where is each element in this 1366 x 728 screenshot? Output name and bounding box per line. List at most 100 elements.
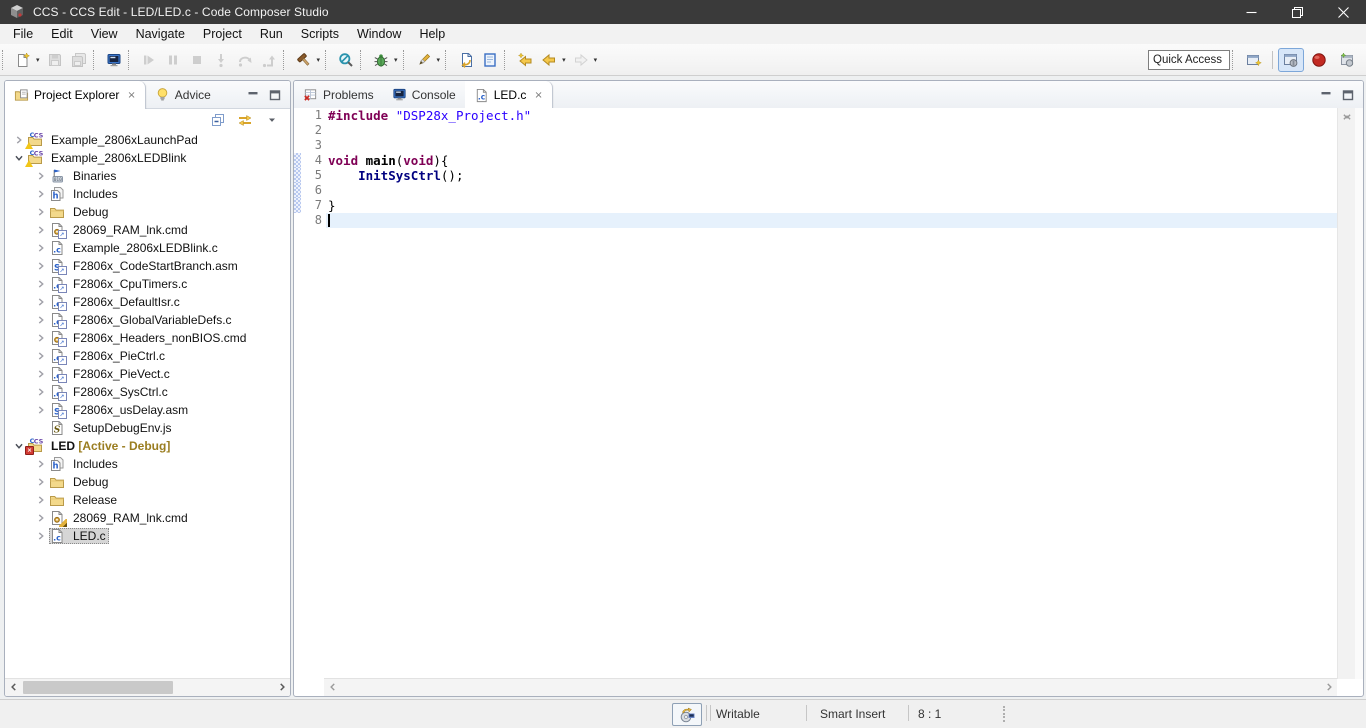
expand-arrow-icon[interactable] [33, 258, 49, 274]
tree-item-example-2806xledblink[interactable]: Example_2806xLEDBlink [5, 149, 290, 167]
expand-arrow-icon[interactable] [33, 474, 49, 490]
menu-view[interactable]: View [82, 25, 127, 43]
menu-navigate[interactable]: Navigate [127, 25, 194, 43]
link-with-editor-button[interactable] [236, 111, 254, 129]
tree-item-includes[interactable]: Includes [5, 455, 290, 473]
code-line-text[interactable]: InitSysCtrl(); [326, 168, 1337, 183]
expand-arrow-icon[interactable] [33, 204, 49, 220]
toolbar-group-handle[interactable] [402, 49, 409, 70]
code-line-text[interactable] [326, 138, 1337, 153]
toolbar-group-handle[interactable] [92, 49, 99, 70]
code-line-text[interactable]: #include "DSP28x_Project.h" [326, 108, 1337, 123]
expand-arrow-icon[interactable] [33, 528, 49, 544]
flash-dropdown-icon[interactable]: ▾ [436, 56, 444, 64]
scroll-right-icon[interactable] [1320, 679, 1337, 695]
tree-item-f2806x-pievect-c[interactable]: → F2806x_PieVect.c [5, 365, 290, 383]
code-line-text[interactable] [326, 123, 1337, 138]
menu-help[interactable]: Help [410, 25, 454, 43]
scroll-left-icon[interactable] [324, 679, 341, 695]
tree-item-f2806x-codestartbranch-asm[interactable]: → F2806x_CodeStartBranch.asm [5, 257, 290, 275]
editor-tab-problems[interactable]: Problems [294, 81, 383, 108]
toolbar-group-handle[interactable] [282, 49, 289, 70]
menu-project[interactable]: Project [194, 25, 251, 43]
build-button[interactable] [292, 48, 316, 72]
restore-button[interactable] [1274, 0, 1320, 24]
menu-edit[interactable]: Edit [42, 25, 82, 43]
menu-scripts[interactable]: Scripts [292, 25, 348, 43]
tree-item-includes[interactable]: Includes [5, 185, 290, 203]
back-to-last-edit-button[interactable] [513, 48, 537, 72]
last-edit-location-button[interactable] [454, 48, 478, 72]
editor-tab-console[interactable]: Console [383, 81, 465, 108]
scroll-right-icon[interactable] [273, 679, 290, 695]
debug-button[interactable] [369, 48, 393, 72]
new-dropdown-icon[interactable]: ▾ [35, 56, 43, 64]
editor-vscrollbar[interactable] [1337, 108, 1355, 679]
tree-item-f2806x-headers-nonbios-cmd[interactable]: → F2806x_Headers_nonBIOS.cmd [5, 329, 290, 347]
menu-run[interactable]: Run [251, 25, 292, 43]
expand-arrow-icon[interactable] [33, 510, 49, 526]
tree-item-f2806x-globalvariabledefs-c[interactable]: → F2806x_GlobalVariableDefs.c [5, 311, 290, 329]
expand-arrow-icon[interactable] [33, 168, 49, 184]
expand-arrow-icon[interactable] [33, 294, 49, 310]
expand-arrow-icon[interactable] [33, 330, 49, 346]
tree-item-debug[interactable]: Debug [5, 473, 290, 491]
debug-target-button[interactable] [102, 48, 126, 72]
tree-item-led-c[interactable]: LED.c [5, 527, 290, 545]
view-tab-project-explorer[interactable]: Project Explorer × [5, 81, 146, 109]
minimize-button[interactable] [1228, 0, 1274, 24]
tree-item-f2806x-usdelay-asm[interactable]: → F2806x_usDelay.asm [5, 401, 290, 419]
statusbar-grip[interactable] [1003, 706, 1005, 722]
expand-arrow-icon[interactable] [33, 366, 49, 382]
expand-arrow-icon[interactable] [33, 312, 49, 328]
maximize-editor-button[interactable] [1338, 86, 1358, 104]
expand-arrow-icon[interactable] [33, 492, 49, 508]
tree-item-binaries[interactable]: Binaries [5, 167, 290, 185]
toolbar-group-handle[interactable] [445, 49, 451, 70]
menu-window[interactable]: Window [348, 25, 410, 43]
expand-arrow-icon[interactable] [33, 240, 49, 256]
expand-arrow-icon[interactable] [33, 348, 49, 364]
toolbar-group-handle[interactable] [2, 49, 8, 70]
build-dropdown-icon[interactable]: ▾ [316, 56, 324, 64]
code-editor[interactable]: 1 #include "DSP28x_Project.h" 2 3 4 void main… [294, 108, 1337, 679]
expand-arrow-icon[interactable] [33, 222, 49, 238]
tree-item-example-2806xlaunchpad[interactable]: Example_2806xLaunchPad [5, 131, 290, 149]
sidebar-hscrollbar[interactable] [5, 678, 290, 696]
ccs-debug-perspective-button[interactable] [1334, 48, 1360, 72]
expand-arrow-icon[interactable] [33, 456, 49, 472]
editor-hscrollbar[interactable] [324, 678, 1337, 696]
expand-arrow-icon[interactable] [33, 276, 49, 292]
quick-access-input[interactable] [1148, 49, 1230, 70]
tree-item-f2806x-cputimers-c[interactable]: → F2806x_CpuTimers.c [5, 275, 290, 293]
tree-item-f2806x-defaultisr-c[interactable]: → F2806x_DefaultIsr.c [5, 293, 290, 311]
expand-arrow-icon[interactable] [33, 186, 49, 202]
minimize-editor-button[interactable] [1316, 86, 1336, 104]
tree-item-led[interactable]: × LED [Active - Debug] [5, 437, 290, 455]
forward-dropdown-icon[interactable]: ▾ [593, 56, 601, 64]
menu-file[interactable]: File [4, 25, 42, 43]
expand-arrow-icon[interactable] [33, 384, 49, 400]
editor-tab-led-c[interactable]: LED.c × [464, 81, 553, 109]
simple-perspective-button[interactable] [1306, 48, 1332, 72]
view-menu-button[interactable] [263, 111, 281, 129]
maximize-panel-button[interactable] [265, 86, 285, 104]
debug-dropdown-icon[interactable]: ▾ [393, 56, 401, 64]
close-button[interactable] [1320, 0, 1366, 24]
tree-item-f2806x-piectrl-c[interactable]: → F2806x_PieCtrl.c [5, 347, 290, 365]
open-perspective-button[interactable] [1241, 48, 1267, 72]
pin-editor-button[interactable] [478, 48, 502, 72]
view-tab-advice[interactable]: Advice [146, 81, 220, 108]
scan-button[interactable] [334, 48, 358, 72]
tree-item-example-2806xledblink-c[interactable]: Example_2806xLEDBlink.c [5, 239, 290, 257]
tree-item-debug[interactable]: Debug [5, 203, 290, 221]
scroll-down-icon[interactable] [1338, 108, 1355, 124]
expand-arrow-icon[interactable] [33, 402, 49, 418]
code-line-text[interactable] [326, 213, 1337, 228]
scrollbar-thumb[interactable] [23, 681, 173, 694]
new-button[interactable] [11, 48, 35, 72]
flash-button[interactable] [412, 48, 436, 72]
close-icon[interactable]: × [127, 90, 135, 101]
back-dropdown-icon[interactable]: ▾ [561, 56, 569, 64]
tree-item-release[interactable]: Release [5, 491, 290, 509]
